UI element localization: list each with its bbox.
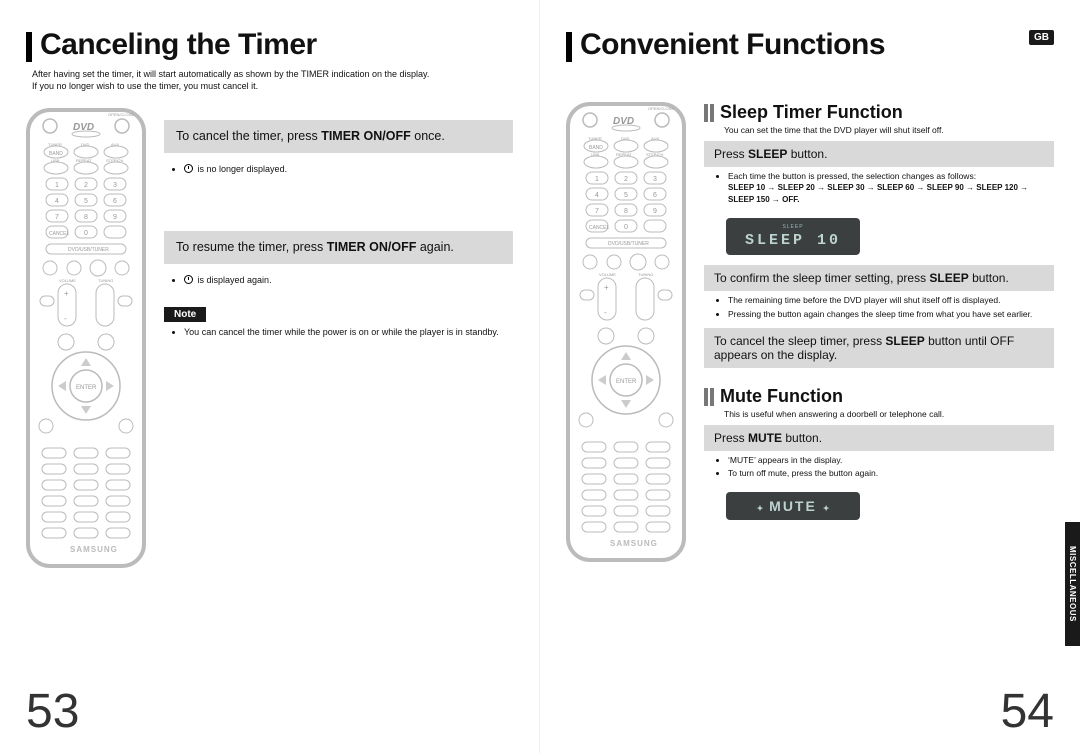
mute-bullets: ‘MUTE’ appears in the display. To turn o…: [704, 455, 1054, 488]
section-tab: MISCELLANEOUS: [1065, 522, 1080, 646]
note-bullet: You can cancel the timer while the power…: [164, 326, 513, 356]
title-accent-bar: [26, 32, 32, 62]
intro-text: After having set the timer, it will star…: [32, 68, 472, 92]
title-row: Canceling the Timer: [26, 28, 513, 62]
mute-heading: Mute Function: [720, 386, 843, 407]
title-row: Convenient Functions: [566, 28, 1054, 62]
resume-timer-instruction: To resume the timer, press TIMER ON/OFF …: [164, 231, 513, 264]
intro-line-2: If you no longer wish to use the timer, …: [32, 81, 258, 91]
mute-b2: To turn off mute, press the button again…: [728, 468, 1050, 479]
sleep-step-2: To confirm the sleep timer setting, pres…: [704, 265, 1054, 291]
remote-illustration: [26, 108, 146, 568]
page-title: Canceling the Timer: [40, 28, 317, 62]
display-text: ✦ MUTE ✦: [726, 498, 860, 514]
cancel-bullet-text: is no longer displayed.: [198, 164, 288, 174]
note-text: You can cancel the timer while the power…: [184, 326, 511, 338]
display-text: SLEEP 10: [726, 232, 860, 249]
page-number: 53: [26, 684, 79, 739]
title-accent-bar: [566, 32, 572, 62]
page-title: Convenient Functions: [580, 28, 885, 62]
mute-display: ✦ MUTE ✦: [726, 492, 860, 520]
clock-icon: [184, 164, 193, 173]
cancel-timer-instruction: To cancel the timer, press TIMER ON/OFF …: [164, 120, 513, 153]
resume-bullet-text: is displayed again.: [198, 275, 272, 285]
page-54: GB Convenient Functions Sleep Timer Func…: [540, 0, 1080, 753]
sleep-step-1: Press SLEEP button.: [704, 141, 1054, 167]
language-badge: GB: [1029, 30, 1054, 45]
resume-bullet: is displayed again.: [164, 270, 513, 304]
mute-step-1: Press MUTE button.: [704, 425, 1054, 451]
sleep-step2-b2: Pressing the button again changes the sl…: [728, 309, 1050, 320]
intro-line-1: After having set the timer, it will star…: [32, 69, 429, 79]
mute-heading-row: Mute Function: [704, 386, 1054, 407]
display-label: SLEEP: [726, 224, 860, 230]
right-column: Sleep Timer Function You can set the tim…: [704, 96, 1054, 530]
page-number: 54: [1001, 684, 1054, 739]
sleep-heading: Sleep Timer Function: [720, 102, 903, 123]
sleep-step2-b1: The remaining time before the DVD player…: [728, 295, 1050, 306]
manual-spread: Canceling the Timer After having set the…: [0, 0, 1080, 753]
sleep-display: SLEEP SLEEP 10: [726, 218, 860, 255]
clock-icon: [184, 275, 193, 284]
note-badge: Note: [164, 307, 206, 322]
sleep-sequence: SLEEP 10 → SLEEP 20 → SLEEP 30 → SLEEP 6…: [728, 183, 1028, 204]
sub-accent-bars: [704, 388, 714, 406]
sleep-heading-row: Sleep Timer Function: [704, 102, 1054, 123]
sleep-intro: You can set the time that the DVD player…: [724, 125, 1054, 135]
sleep-step-3: To cancel the sleep timer, press SLEEP b…: [704, 328, 1054, 368]
mute-b1: ‘MUTE’ appears in the display.: [728, 455, 1050, 466]
page-53: Canceling the Timer After having set the…: [0, 0, 540, 753]
sleep-step-1-bullets: Each time the button is pressed, the sel…: [704, 171, 1054, 214]
cancel-bullet: is no longer displayed.: [164, 159, 513, 193]
content-row: Sleep Timer Function You can set the tim…: [566, 96, 1054, 562]
mute-intro: This is useful when answering a doorbell…: [724, 409, 1054, 419]
sleep-step-2-bullets: The remaining time before the DVD player…: [704, 295, 1054, 328]
sleep-b1: Each time the button is pressed, the sel…: [728, 171, 976, 181]
content-row: To cancel the timer, press TIMER ON/OFF …: [26, 102, 513, 568]
instruction-column: To cancel the timer, press TIMER ON/OFF …: [164, 102, 513, 356]
sub-accent-bars: [704, 104, 714, 122]
remote-illustration: [566, 102, 686, 562]
